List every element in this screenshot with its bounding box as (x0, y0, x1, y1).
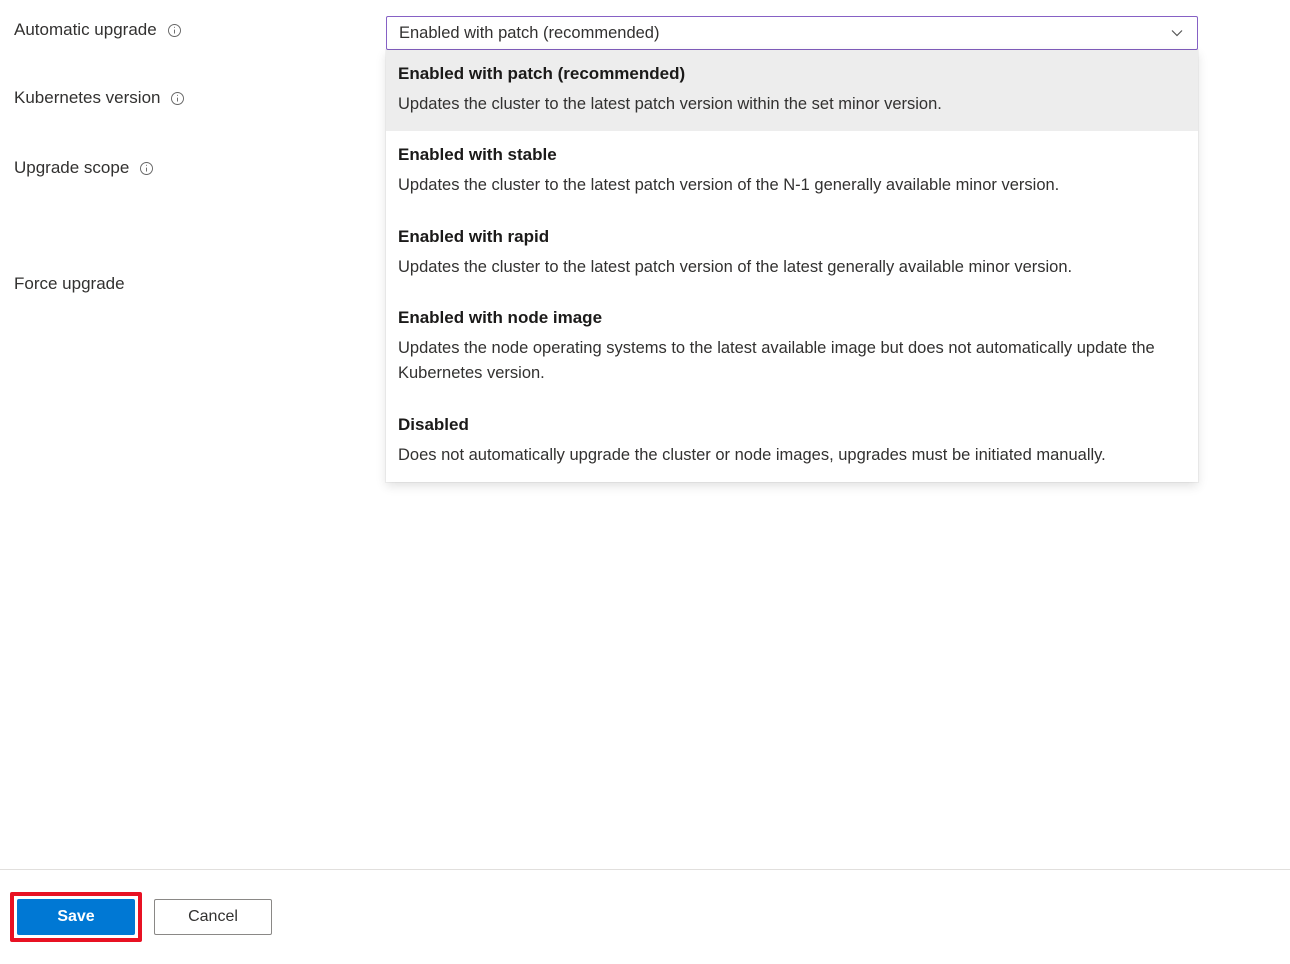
dropdown-option-title: Enabled with rapid (398, 225, 1186, 249)
dropdown-option-desc: Updates the cluster to the latest patch … (398, 173, 1186, 199)
dropdown-option-title: Enabled with stable (398, 143, 1186, 167)
automatic-upgrade-dropdown[interactable]: Enabled with patch (recommended) (386, 16, 1198, 50)
automatic-upgrade-dropdown-list: Enabled with patch (recommended) Updates… (386, 50, 1198, 482)
chevron-down-icon (1169, 25, 1185, 41)
cancel-button[interactable]: Cancel (154, 899, 272, 935)
highlight-annotation: Save (10, 892, 142, 942)
force-upgrade-label: Force upgrade (14, 274, 125, 294)
info-icon[interactable] (170, 91, 185, 106)
dropdown-option-desc: Updates the cluster to the latest patch … (398, 92, 1186, 118)
dropdown-option-desc: Does not automatically upgrade the clust… (398, 443, 1186, 469)
dropdown-option-patch[interactable]: Enabled with patch (recommended) Updates… (386, 50, 1198, 131)
dropdown-option-title: Disabled (398, 413, 1186, 437)
dropdown-selected-value: Enabled with patch (recommended) (399, 24, 659, 43)
dropdown-option-stable[interactable]: Enabled with stable Updates the cluster … (386, 131, 1198, 212)
dropdown-option-rapid[interactable]: Enabled with rapid Updates the cluster t… (386, 213, 1198, 294)
info-icon[interactable] (139, 161, 154, 176)
save-button[interactable]: Save (17, 899, 135, 935)
automatic-upgrade-label: Automatic upgrade (14, 20, 157, 40)
kubernetes-version-label: Kubernetes version (14, 88, 160, 108)
dropdown-option-node-image[interactable]: Enabled with node image Updates the node… (386, 294, 1198, 401)
dropdown-option-title: Enabled with patch (recommended) (398, 62, 1186, 86)
info-icon[interactable] (167, 23, 182, 38)
dropdown-option-title: Enabled with node image (398, 306, 1186, 330)
dropdown-option-disabled[interactable]: Disabled Does not automatically upgrade … (386, 401, 1198, 482)
footer-bar: Save Cancel (0, 869, 1290, 964)
upgrade-scope-label: Upgrade scope (14, 158, 129, 178)
dropdown-option-desc: Updates the cluster to the latest patch … (398, 255, 1186, 281)
dropdown-option-desc: Updates the node operating systems to th… (398, 336, 1186, 387)
